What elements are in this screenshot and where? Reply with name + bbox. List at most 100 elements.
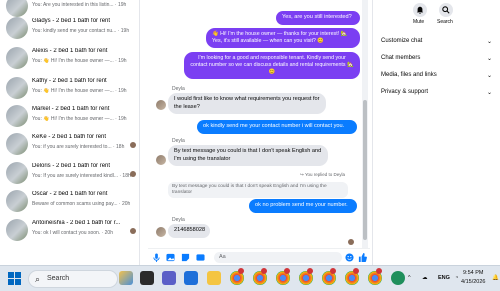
chat-snippet: You: kindly send me your contact nu... ·… <box>32 28 130 34</box>
chat-list-item[interactable]: Deloris - 2 bed 1 bath for rent You: If … <box>0 159 139 189</box>
clock-date[interactable]: 4/15/2026 <box>461 279 485 285</box>
image-icon[interactable] <box>166 253 175 262</box>
chat-snippet: You: ok I will contact you soon. · 20h <box>32 230 113 236</box>
chat-list-item[interactable]: Markel - 2 bed 1 bath for rent You: 👋 Hi… <box>0 102 139 132</box>
tray-chevron-icon[interactable]: ^ <box>408 275 411 281</box>
chat-list-item[interactable]: Kathy - 2 bed 1 bath for rent You: 👋 Hi!… <box>0 74 139 104</box>
chat-name: Markel - 2 bed 1 bath for rent <box>32 106 110 112</box>
conversation-scrollbar[interactable] <box>362 0 368 248</box>
outgoing-message: ok kindly send me your contact number i … <box>197 120 357 134</box>
scrollbar-thumb[interactable] <box>363 100 367 240</box>
avatar <box>6 17 28 39</box>
search-button[interactable] <box>439 3 453 17</box>
reply-indicator: ↪ You replied to Deyla <box>300 172 346 177</box>
notification-bell-icon[interactable]: 🔔 <box>492 275 499 281</box>
avatar <box>6 77 28 99</box>
avatar <box>6 190 28 212</box>
section-privacy-support[interactable]: Privacy & support <box>381 89 428 95</box>
gif-icon[interactable] <box>196 253 205 262</box>
widget-icon[interactable] <box>119 271 133 285</box>
chat-list-item[interactable]: Alexis - 2 bed 1 bath for rent You: 👋 Hi… <box>0 44 139 74</box>
chat-snippet: You: If you are surely interested kindl.… <box>32 173 131 179</box>
sender-name: Deyla <box>172 86 185 92</box>
mute-label: Mute <box>413 19 425 25</box>
clock-time[interactable]: 9:54 PM <box>463 270 483 276</box>
notification-badge <box>376 268 382 274</box>
like-icon[interactable] <box>358 253 367 262</box>
notification-badge <box>238 268 244 274</box>
windows-start-icon[interactable] <box>8 272 21 285</box>
search-icon: ⌕ <box>35 274 41 284</box>
sticker-icon[interactable] <box>181 253 190 262</box>
notification-badge <box>261 268 267 274</box>
mic-icon[interactable] <box>152 253 161 262</box>
search-label: Search <box>437 19 453 25</box>
notification-badge <box>307 268 313 274</box>
chevron-down-icon[interactable]: ⌄ <box>487 55 492 62</box>
chat-list-item[interactable]: Antoineishia - 2 bed 1 bath for r... You… <box>0 216 139 246</box>
outgoing-message: I'm looking for a good and responsible t… <box>184 52 360 79</box>
chat-snippet: Beware of common scams using pay... · 20… <box>32 201 131 207</box>
app-icon[interactable] <box>391 271 405 285</box>
incoming-message: By text message you could is that I don'… <box>168 145 328 166</box>
seen-avatar <box>130 228 136 234</box>
incoming-message: 2146858028 <box>168 224 210 238</box>
sender-name: Deyla <box>172 138 185 144</box>
notification-badge <box>353 268 359 274</box>
chat-name: KeKe - 2 bed 1 bath for rent <box>32 134 107 140</box>
chevron-down-icon[interactable]: ⌄ <box>487 72 492 79</box>
chat-list-item[interactable]: Oscar - 2 bed 1 bath for rent Beware of … <box>0 187 139 217</box>
windows-taskbar: ⌕ Search ^ ☁ ENG ◔ 9:54 PM 4/15/2026 🔔 <box>0 265 500 291</box>
section-customize-chat[interactable]: Customize chat <box>381 38 422 44</box>
chat-details-panel: Mute Search Customize chat ⌄ Chat member… <box>372 0 500 265</box>
quoted-message: By text message you could is that I don'… <box>168 182 348 198</box>
mute-button[interactable] <box>413 3 427 17</box>
chat-list-item[interactable]: KeKe - 2 bed 1 bath for rent You: if you… <box>0 130 139 160</box>
section-media-files-links[interactable]: Media, files and links <box>381 72 437 78</box>
onedrive-icon[interactable]: ☁ <box>422 275 428 281</box>
chat-name: Kathy - 2 bed 1 bath for rent <box>32 78 107 84</box>
chat-snippet: You: if you are surely interested to... … <box>32 144 125 150</box>
taskbar-search[interactable]: ⌕ Search <box>28 270 118 288</box>
notification-badge <box>284 268 290 274</box>
message-input[interactable]: Aa <box>214 252 342 263</box>
message-composer: Aa <box>148 248 370 265</box>
notification-badge <box>330 268 336 274</box>
task-view-icon[interactable] <box>140 271 154 285</box>
language-indicator[interactable]: ENG <box>438 275 450 281</box>
outgoing-message: ok no problem send me your number. <box>249 199 357 213</box>
incoming-message: I would first like to know what requirem… <box>168 93 326 114</box>
seen-avatar <box>130 142 136 148</box>
chevron-down-icon[interactable]: ⌄ <box>487 89 492 96</box>
emoji-icon[interactable] <box>345 253 354 262</box>
avatar <box>156 227 166 237</box>
chat-name: Alexis - 2 bed 1 bath for rent <box>32 48 108 54</box>
chat-name: Antoineishia - 2 bed 1 bath for r... <box>32 220 121 226</box>
chat-name: Oscar - 2 bed 1 bath for rent <box>32 191 108 197</box>
section-chat-members[interactable]: Chat members <box>381 55 420 61</box>
chat-snippet: You: Are you interested in this listin..… <box>32 2 127 8</box>
avatar <box>156 155 166 165</box>
chat-list: You: Are you interested in this listin..… <box>0 0 140 265</box>
teams-icon[interactable] <box>162 271 176 285</box>
wifi-icon[interactable]: ◔ <box>455 275 458 281</box>
read-receipt-avatar <box>348 239 354 245</box>
avatar <box>6 47 28 69</box>
outgoing-message: 👋 Hi! I'm the house owner — thanks for y… <box>206 28 360 48</box>
outgoing-message: Yes, are you still interested? <box>276 11 360 25</box>
zoom-icon[interactable] <box>184 271 198 285</box>
file-explorer-icon[interactable] <box>207 271 221 285</box>
chat-snippet: You: 👋 Hi! I'm the house owner —... · 19… <box>32 58 127 64</box>
chat-name: Deloris - 2 bed 1 bath for rent <box>32 163 111 169</box>
chat-list-item[interactable]: Gladys - 2 bed 1 bath for rent You: kind… <box>0 14 139 44</box>
messenger-app: You: Are you interested in this listin..… <box>0 0 500 265</box>
avatar <box>6 219 28 241</box>
chevron-down-icon[interactable]: ⌄ <box>487 38 492 45</box>
sender-name: Deyla <box>172 217 185 223</box>
avatar <box>6 133 28 155</box>
avatar <box>6 162 28 184</box>
chat-snippet: You: 👋 Hi! I'm the house owner —... · 19… <box>32 88 127 94</box>
avatar <box>156 100 166 110</box>
seen-avatar <box>130 171 136 177</box>
chat-snippet: You: 👋 Hi! I'm the house owner —... · 19… <box>32 116 127 122</box>
